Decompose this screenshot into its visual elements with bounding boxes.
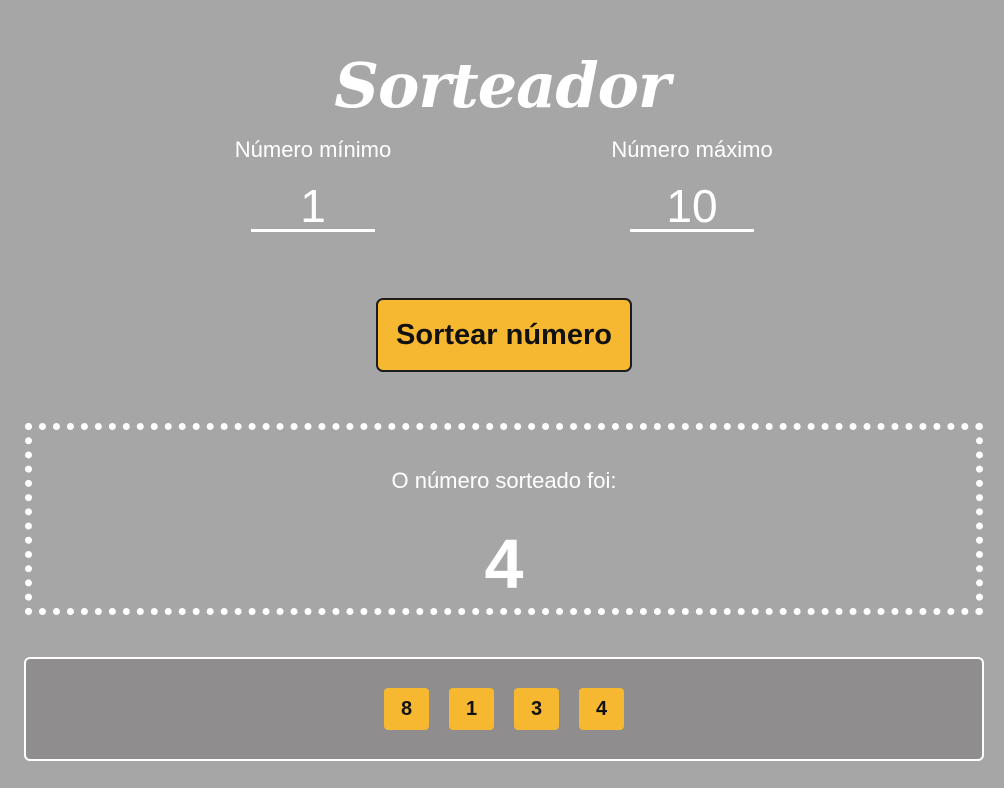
draw-number-button[interactable]: Sortear número	[376, 298, 632, 372]
history-item: 8	[384, 688, 429, 730]
max-number-field: Número máximo	[562, 130, 822, 232]
history-item: 1	[449, 688, 494, 730]
result-panel: O número sorteado foi: 4	[25, 423, 983, 615]
max-number-label: Número máximo	[611, 137, 773, 162]
min-number-input[interactable]	[251, 182, 375, 232]
max-number-input[interactable]	[630, 182, 754, 232]
app-title: Sorteador	[334, 48, 670, 122]
min-number-label: Número mínimo	[234, 137, 392, 162]
min-number-field: Número mínimo	[183, 130, 443, 232]
history-item: 3	[514, 688, 559, 730]
history-panel: 8 1 3 4	[24, 657, 984, 761]
result-value: 4	[484, 525, 524, 603]
history-item: 4	[579, 688, 624, 730]
result-label: O número sorteado foi:	[391, 468, 617, 493]
